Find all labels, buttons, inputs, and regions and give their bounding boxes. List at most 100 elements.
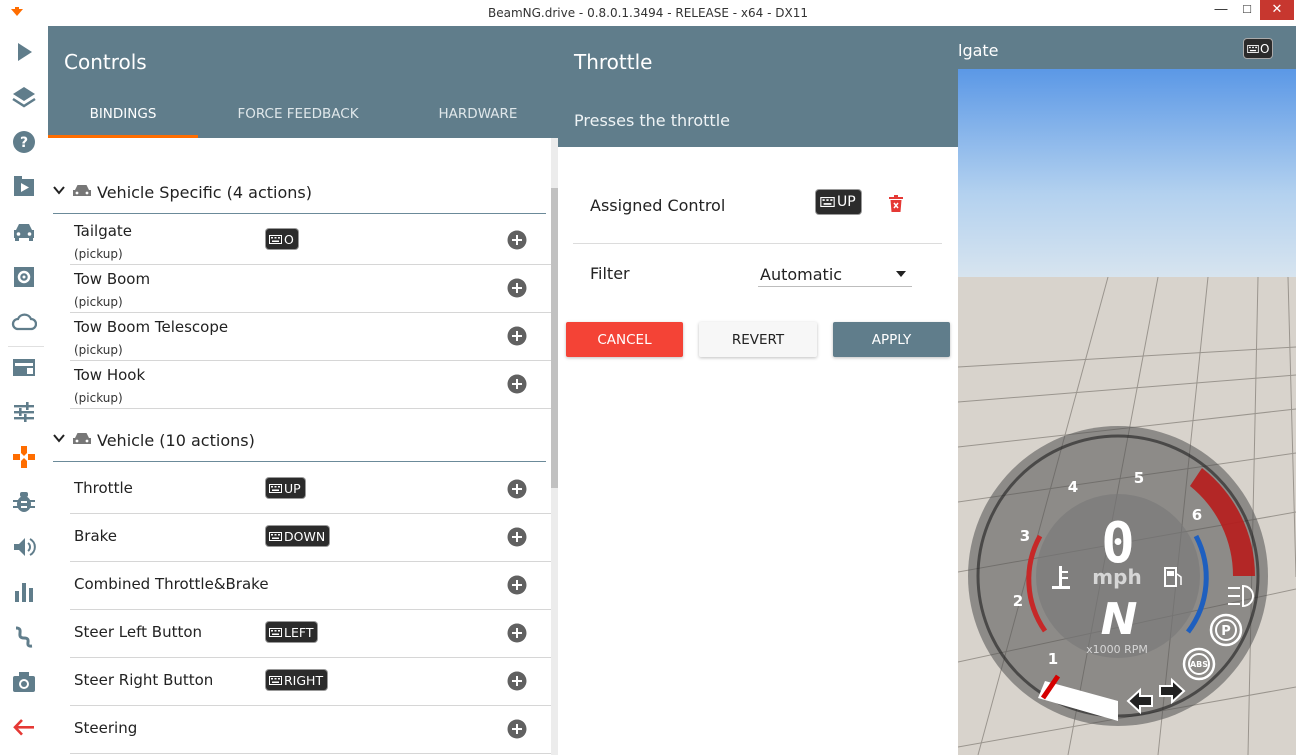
sidebar-item-photo-mode[interactable] bbox=[0, 661, 48, 703]
list-item[interactable]: Tailgate (pickup) O bbox=[70, 216, 551, 265]
revert-button[interactable]: REVERT bbox=[699, 322, 817, 357]
action-name: Tow Boom Telescope bbox=[74, 318, 229, 336]
apply-button[interactable]: APPLY bbox=[833, 322, 950, 357]
filter-select[interactable]: Automatic bbox=[758, 262, 912, 287]
group-header-vehicle-specific[interactable]: Vehicle Specific (4 actions) bbox=[48, 170, 546, 214]
list-item[interactable]: Steer Right Button RIGHT bbox=[70, 657, 551, 706]
action-vehicle: (pickup) bbox=[74, 247, 123, 261]
tab-bindings[interactable]: BINDINGS bbox=[48, 106, 198, 134]
assigned-control-label: Assigned Control bbox=[590, 196, 726, 215]
group-header-vehicle[interactable]: Vehicle (10 actions) bbox=[48, 418, 546, 462]
keyboard-icon bbox=[820, 197, 835, 207]
add-binding-icon[interactable] bbox=[507, 719, 527, 739]
key-label: RIGHT bbox=[284, 672, 324, 688]
sidebar-item-vehicle-config[interactable] bbox=[0, 256, 48, 298]
tab-hardware[interactable]: HARDWARE bbox=[398, 106, 558, 134]
scenario-icon bbox=[14, 176, 34, 196]
sidebar-item-scenarios[interactable] bbox=[0, 166, 48, 208]
list-item[interactable]: Brake DOWN bbox=[70, 513, 551, 562]
key-binding-badge[interactable]: RIGHT bbox=[266, 670, 328, 690]
help-icon: ? bbox=[13, 131, 35, 153]
key-label: DOWN bbox=[284, 528, 326, 544]
sidebar-item-track-builder[interactable] bbox=[0, 616, 48, 658]
abs-icon: ABS bbox=[1182, 647, 1216, 681]
key-binding-badge[interactable]: DOWN bbox=[266, 526, 330, 546]
minimize-button[interactable]: — bbox=[1208, 0, 1234, 20]
list-item[interactable]: Throttle UP bbox=[70, 465, 551, 514]
add-binding-icon[interactable] bbox=[507, 479, 527, 499]
keyboard-icon bbox=[269, 234, 282, 244]
camera-icon bbox=[13, 672, 35, 692]
track-builder-icon bbox=[15, 626, 33, 648]
rpm-tick-label: 3 bbox=[1020, 527, 1030, 545]
weather-cloud-icon bbox=[11, 313, 37, 331]
action-name: Steer Right Button bbox=[74, 671, 214, 689]
close-window-button[interactable]: ✕ bbox=[1260, 0, 1294, 20]
parking-brake-label: P bbox=[1221, 624, 1231, 639]
sidebar-item-performance[interactable] bbox=[0, 571, 48, 613]
delete-icon[interactable] bbox=[888, 195, 904, 213]
sidebar-item-audio[interactable] bbox=[0, 526, 48, 568]
group-label: Vehicle Specific (4 actions) bbox=[97, 183, 312, 202]
add-binding-icon[interactable] bbox=[507, 623, 527, 643]
tab-force-feedback[interactable]: FORCE FEEDBACK bbox=[198, 106, 398, 134]
sidebar-item-help[interactable]: ? bbox=[0, 121, 48, 163]
list-item[interactable]: Steering bbox=[70, 705, 551, 754]
sidebar-item-levels[interactable] bbox=[0, 76, 48, 118]
add-binding-icon[interactable] bbox=[507, 230, 527, 250]
sidebar-item-controls[interactable] bbox=[0, 436, 48, 478]
sidebar-item-play[interactable] bbox=[0, 31, 48, 73]
sidebar-item-debug[interactable] bbox=[0, 481, 48, 523]
sidebar-item-options[interactable] bbox=[0, 391, 48, 433]
keyboard-icon bbox=[1247, 44, 1259, 53]
list-item[interactable]: Tow Boom Telescope (pickup) bbox=[70, 312, 551, 361]
add-binding-icon[interactable] bbox=[507, 374, 527, 394]
key-label: O bbox=[1260, 41, 1270, 56]
cancel-button[interactable]: CANCEL bbox=[566, 322, 683, 357]
add-binding-icon[interactable] bbox=[507, 575, 527, 595]
rpm-unit-label: x1000 RPM bbox=[1086, 643, 1148, 656]
sidebar-item-ui-apps[interactable] bbox=[0, 346, 48, 388]
rpm-tick-label: 2 bbox=[1013, 592, 1023, 610]
assigned-key-badge[interactable]: UP bbox=[816, 190, 861, 214]
parking-brake-icon: P bbox=[1209, 613, 1243, 647]
play-icon bbox=[18, 43, 32, 61]
action-vehicle: (pickup) bbox=[74, 343, 123, 357]
sidebar-item-back[interactable] bbox=[0, 706, 48, 748]
controls-header: Controls BINDINGS FORCE FEEDBACK HARDWAR… bbox=[48, 26, 558, 138]
bindings-list: Vehicle Specific (4 actions) Tailgate (p… bbox=[48, 138, 551, 755]
speed-unit: mph bbox=[1092, 565, 1141, 589]
add-binding-icon[interactable] bbox=[507, 278, 527, 298]
key-binding-badge[interactable]: UP bbox=[266, 478, 305, 498]
list-item[interactable]: Steer Left Button LEFT bbox=[70, 609, 551, 658]
add-binding-icon[interactable] bbox=[507, 326, 527, 346]
rpm-tick-label: 1 bbox=[1048, 650, 1058, 668]
binding-detail-description: Presses the throttle bbox=[574, 111, 730, 130]
add-binding-icon[interactable] bbox=[507, 671, 527, 691]
key-binding-badge[interactable]: LEFT bbox=[266, 622, 318, 642]
scrollbar-thumb[interactable] bbox=[551, 188, 558, 488]
window-titlebar: BeamNG.drive - 0.8.0.1.3494 - RELEASE - … bbox=[0, 0, 1296, 27]
abs-label: ABS bbox=[1190, 660, 1208, 669]
list-item[interactable]: Combined Throttle&Brake bbox=[70, 561, 551, 610]
group-label: Vehicle (10 actions) bbox=[97, 431, 255, 450]
rpm-tick-label: 6 bbox=[1192, 506, 1202, 524]
sidebar-item-vehicles[interactable] bbox=[0, 211, 48, 253]
list-item[interactable]: Tow Boom (pickup) bbox=[70, 264, 551, 313]
list-item[interactable]: Tow Hook (pickup) bbox=[70, 360, 551, 409]
ui-apps-icon bbox=[13, 359, 35, 376]
car-icon bbox=[14, 224, 34, 241]
debug-bug-icon bbox=[13, 492, 35, 512]
maximize-button[interactable]: □ bbox=[1234, 0, 1260, 20]
keyboard-icon bbox=[269, 483, 282, 493]
divider bbox=[573, 243, 942, 244]
performance-chart-icon bbox=[15, 583, 33, 602]
add-binding-icon[interactable] bbox=[507, 527, 527, 547]
dropdown-caret-icon bbox=[896, 271, 906, 277]
sidebar-item-environment[interactable] bbox=[0, 301, 48, 343]
key-binding-badge[interactable]: O bbox=[266, 229, 298, 249]
key-label: UP bbox=[837, 194, 856, 210]
group-divider bbox=[53, 461, 546, 462]
binding-detail-panel: Assigned Control UP Filter Automatic CAN… bbox=[558, 147, 958, 755]
game-viewport[interactable]: lgate O 1 2 3 4 5 6 0 mph N x1000 RPM P … bbox=[958, 26, 1296, 755]
